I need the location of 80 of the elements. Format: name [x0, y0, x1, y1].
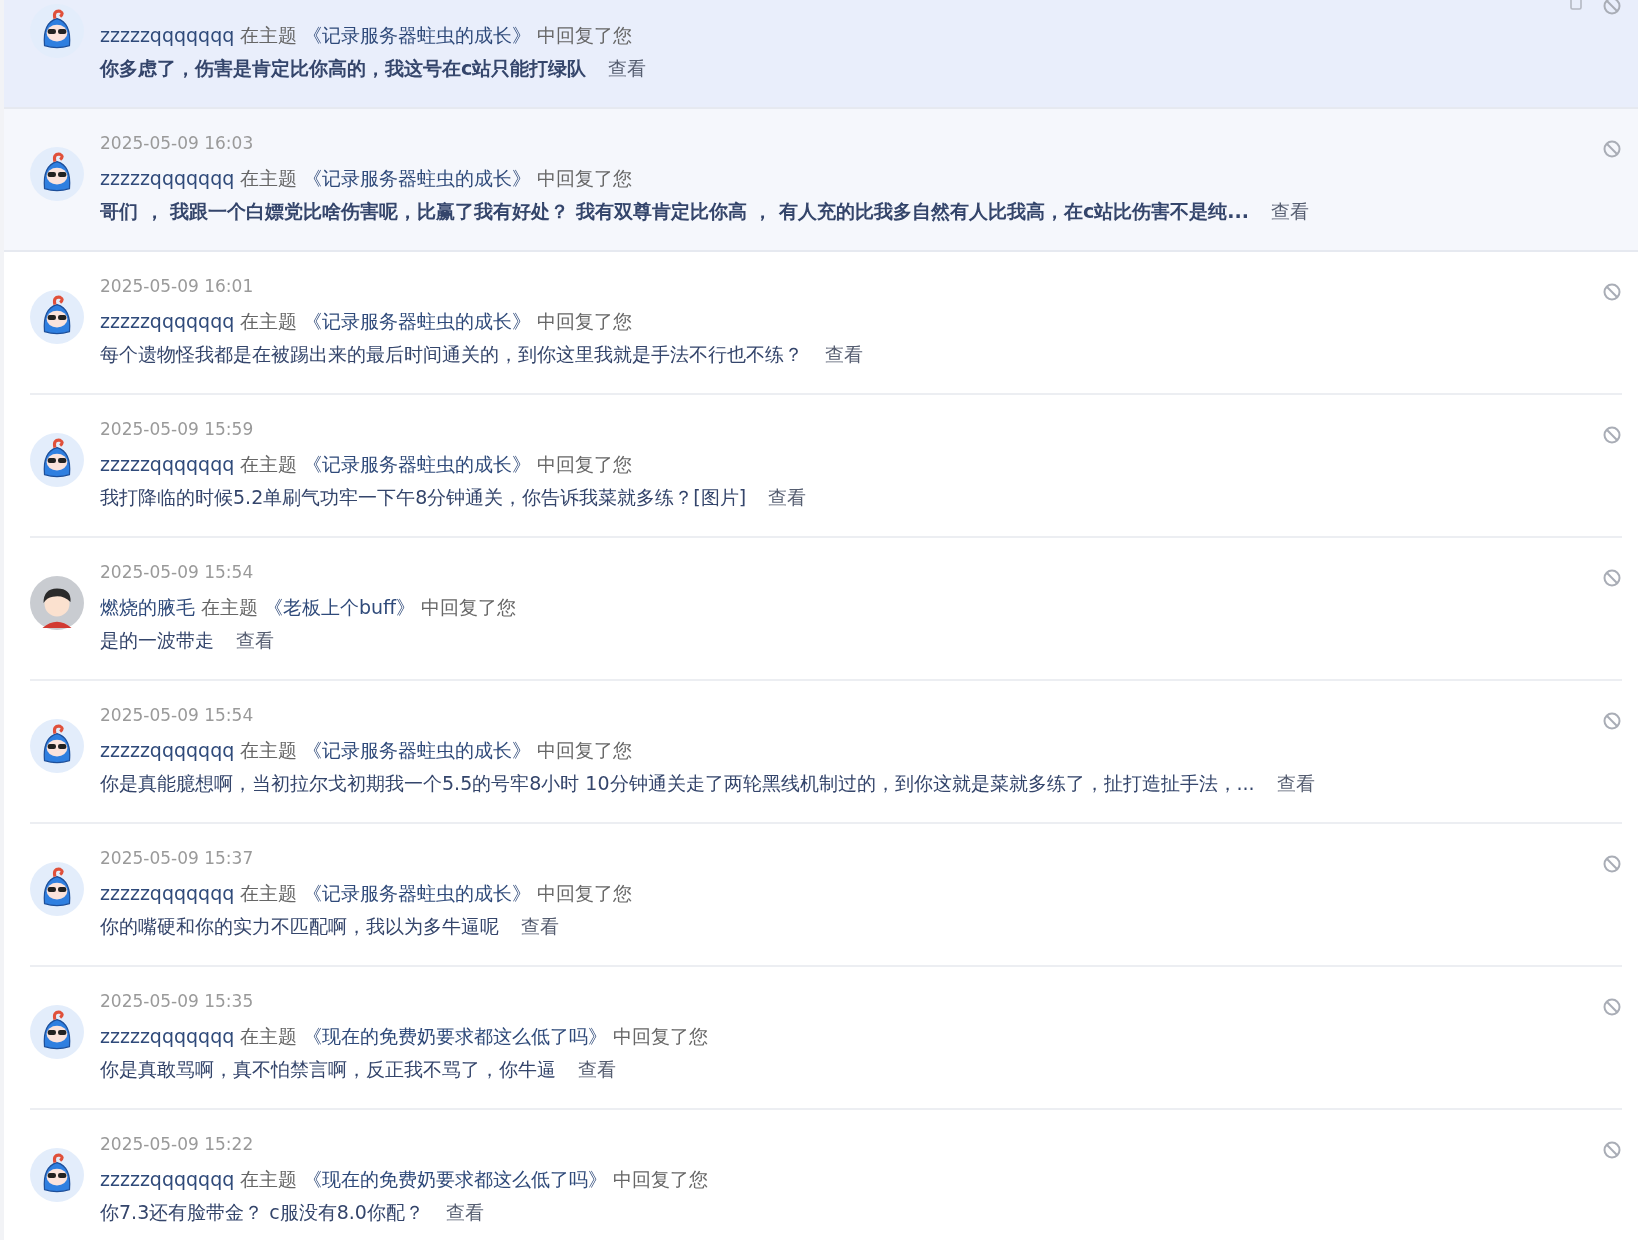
reply-text: 你多虑了，伤害是肯定比你高的，我这号在c站只能打绿队: [100, 57, 587, 79]
view-link[interactable]: 查看: [445, 1201, 484, 1223]
avatar-icon[interactable]: [30, 576, 84, 630]
reply-label: 中回复了您: [613, 1025, 709, 1047]
reply-label: 中回复了您: [537, 453, 633, 475]
timestamp: 2025-05-09 16:03: [100, 132, 255, 155]
view-link[interactable]: 查看: [521, 915, 559, 937]
username-link[interactable]: 燃烧的腋毛: [100, 596, 195, 618]
block-icon[interactable]: [1602, 711, 1622, 731]
view-link[interactable]: 查看: [1276, 772, 1315, 794]
reply-label: 在主题: [201, 596, 258, 618]
view-link[interactable]: 查看: [578, 1058, 616, 1080]
topic-link[interactable]: 《记录服务器蛀虫的成长》: [303, 739, 532, 761]
reply-label: 中回复了您: [537, 882, 633, 904]
reply-label: 中回复了您: [537, 167, 633, 189]
block-icon[interactable]: [1602, 997, 1622, 1017]
timestamp: 2025-05-09 16:01: [100, 275, 255, 298]
avatar-icon[interactable]: [30, 147, 84, 201]
block-icon[interactable]: [1602, 0, 1622, 16]
reply-text: 哥们 ， 我跟一个白嫖党比啥伤害呢，比赢了我有好处？ 我有双尊肯定比你高 ， 有人充的比我多自然有人比我高，在c站比伤害不是纯...: [100, 200, 1249, 222]
avatar-icon[interactable]: [30, 862, 84, 916]
reply-text: 你7.3还有脸带金？ c服没有8.0你配？: [100, 1201, 424, 1223]
timestamp: 2025-05-09 15:54: [100, 704, 255, 727]
avatar-icon[interactable]: [30, 290, 84, 344]
block-icon[interactable]: [1602, 854, 1622, 874]
topic-link[interactable]: 《现在的免费奶要求都这么低了吗》: [303, 1168, 608, 1190]
username-link[interactable]: zzzzzqqqqqqq: [100, 1025, 235, 1047]
block-icon[interactable]: [1602, 1140, 1622, 1160]
username-link[interactable]: zzzzzqqqqqqq: [100, 24, 235, 46]
reply-label: 在主题: [240, 739, 298, 761]
topic-link[interactable]: 《记录服务器蛀虫的成长》: [303, 167, 532, 189]
reply-text: 你是真敢骂啊，真不怕禁言啊，反正我不骂了，你牛逼: [100, 1058, 556, 1080]
reply-label: 在主题: [240, 453, 298, 475]
avatar-icon[interactable]: [30, 719, 84, 773]
topic-link[interactable]: 《记录服务器蛀虫的成长》: [303, 882, 532, 904]
reply-text: 你是真能臆想啊，当初拉尔戈初期我一个5.5的号牢8小时 10分钟通关走了两轮黑线机制过的，到你这就是菜就多练了，扯打造扯手法，...: [100, 772, 1255, 794]
reply-label: 中回复了您: [421, 596, 517, 618]
topic-link[interactable]: 《现在的免费奶要求都这么低了吗》: [303, 1025, 608, 1047]
view-link[interactable]: 查看: [1271, 200, 1309, 222]
reply-label: 中回复了您: [537, 24, 633, 46]
username-link[interactable]: zzzzzqqqqqqq: [100, 310, 235, 332]
avatar-icon[interactable]: [30, 433, 84, 487]
avatar-icon[interactable]: [30, 1005, 84, 1059]
topic-link[interactable]: 《记录服务器蛀虫的成长》: [303, 24, 532, 46]
timestamp: 2025-05-09 15:37: [100, 847, 255, 870]
reply-text: 是的一波带走: [100, 629, 214, 651]
view-link[interactable]: 查看: [608, 57, 647, 79]
topic-link[interactable]: 《老板上个buff》: [264, 596, 416, 618]
view-link[interactable]: 查看: [236, 629, 274, 651]
reply-label: 在主题: [240, 167, 298, 189]
username-link[interactable]: zzzzzqqqqqqq: [100, 167, 235, 189]
avatar-icon[interactable]: [30, 1148, 84, 1202]
reply-text: 每个遗物怪我都是在被踢出来的最后时间通关的，到你这里我就是手法不行也不练？: [100, 343, 803, 365]
view-link[interactable]: 查看: [768, 486, 807, 508]
reply-label: 中回复了您: [613, 1168, 709, 1190]
block-icon[interactable]: [1602, 568, 1622, 588]
timestamp: 2025-05-09 15:22: [100, 1133, 255, 1156]
timestamp: 2025-05-09 15:59: [100, 418, 255, 441]
reply-label: 在主题: [240, 310, 298, 332]
reply-label: 在主题: [240, 24, 298, 46]
reply-label: 中回复了您: [537, 310, 633, 332]
timestamp: 2025-05-09 15:54: [100, 561, 255, 584]
username-link[interactable]: zzzzzqqqqqqq: [100, 882, 235, 904]
view-link[interactable]: 查看: [825, 343, 863, 365]
topic-link[interactable]: 《记录服务器蛀虫的成长》: [303, 310, 532, 332]
timestamp: 2025-05-09 15:35: [100, 990, 255, 1013]
username-link[interactable]: zzzzzqqqqqqq: [100, 453, 235, 475]
reply-label: 在主题: [240, 1025, 298, 1047]
block-icon[interactable]: [1602, 282, 1622, 302]
username-link[interactable]: zzzzzqqqqqqq: [100, 739, 235, 761]
reply-text: 我打降临的时候5.2单刷气功牢一下午8分钟通关，你告诉我菜就多练？[图片]: [100, 486, 747, 508]
block-icon[interactable]: [1602, 139, 1622, 159]
username-link[interactable]: zzzzzqqqqqqq: [100, 1168, 235, 1190]
reply-label: 在主题: [240, 1168, 298, 1190]
reply-label: 在主题: [240, 882, 298, 904]
avatar-icon[interactable]: [30, 4, 84, 58]
reply-text: 你的嘴硬和你的实力不匹配啊，我以为多牛逼呢: [100, 915, 499, 937]
topic-link[interactable]: 《记录服务器蛀虫的成长》: [303, 453, 532, 475]
block-icon[interactable]: [1602, 425, 1622, 445]
reply-label: 中回复了您: [537, 739, 633, 761]
